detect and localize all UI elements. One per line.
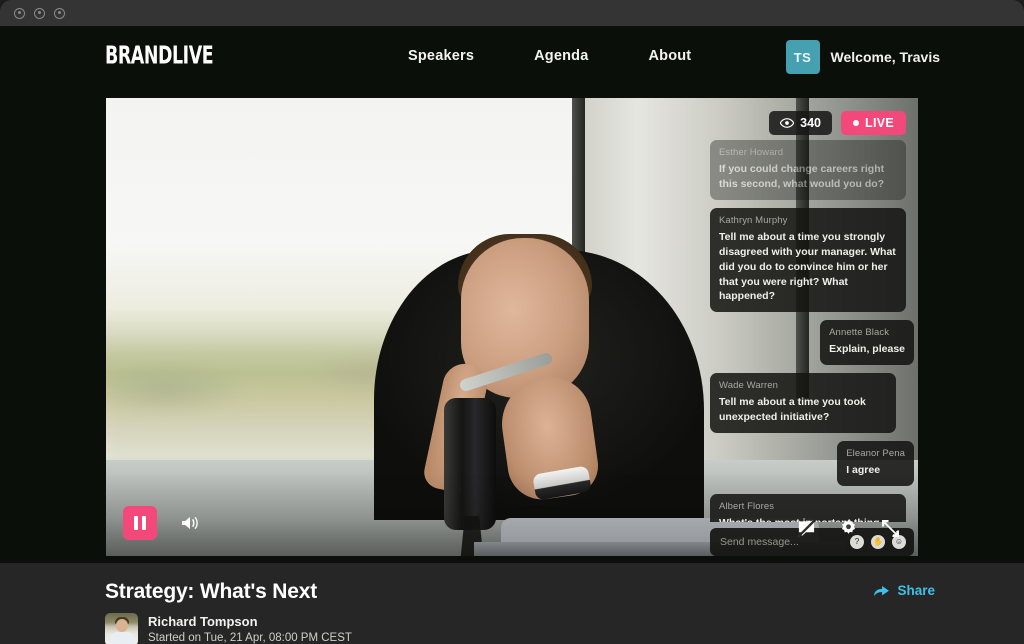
chat-text: I agree xyxy=(846,464,881,477)
maximize-dot[interactable] xyxy=(54,7,65,19)
brandlive-logo[interactable]: BRANDLIVE xyxy=(105,42,214,70)
chat-message: Kathryn Murphy Tell me about a time you … xyxy=(710,207,906,313)
user-area[interactable]: TS Welcome, Travis xyxy=(785,40,940,74)
volume-icon xyxy=(182,516,198,530)
nav-item-agenda[interactable]: Agenda xyxy=(534,48,588,64)
player-controls-left xyxy=(123,506,201,540)
chat-message: Esther Howard If you could change career… xyxy=(710,140,906,200)
page-title: Strategy: What's Next xyxy=(105,580,318,603)
live-dot-icon xyxy=(853,120,860,126)
video-player[interactable]: 340 LIVE Esther Howard If you could chan… xyxy=(106,98,918,556)
chat-author: Albert Flores xyxy=(719,500,775,512)
minimize-dot[interactable] xyxy=(34,7,45,19)
presenter-name: Richard Tompson xyxy=(148,614,258,629)
chat-message: Annette Black Explain, please xyxy=(820,320,914,366)
close-dot[interactable] xyxy=(14,7,25,19)
chat-author: Eleanor Pena xyxy=(846,448,905,460)
chat-message: Albert Flores What's the most important … xyxy=(710,493,906,522)
presenter-avatar xyxy=(105,613,138,644)
presenter-start-time: Started on Tue, 21 Apr, 08:00 PM CEST xyxy=(148,632,352,644)
chat-message: Wade Warren Tell me about a time you too… xyxy=(710,373,896,434)
chat-author: Annette Black xyxy=(829,327,890,339)
chat-author: Wade Warren xyxy=(719,380,778,392)
stream-status: 340 LIVE xyxy=(769,111,906,135)
chat-text: Explain, please xyxy=(829,343,905,356)
window-titlebar xyxy=(0,0,1024,26)
viewer-count: 340 xyxy=(800,116,822,130)
avatar[interactable]: TS xyxy=(785,40,820,74)
chat-text: Tell me about a time you strongly disagr… xyxy=(719,230,896,303)
eye-icon xyxy=(780,118,795,128)
captions-off-icon[interactable] xyxy=(797,519,816,538)
pause-button[interactable] xyxy=(123,506,157,540)
chat-panel: Esther Howard If you could change career… xyxy=(706,134,918,556)
chat-author: Kathryn Murphy xyxy=(719,214,788,226)
welcome-text: Welcome, Travis xyxy=(830,49,940,65)
share-button[interactable]: Share xyxy=(873,583,935,598)
nav-item-speakers[interactable]: Speakers xyxy=(408,48,474,64)
live-badge: LIVE xyxy=(841,111,906,135)
main-nav: Speakers Agenda About xyxy=(408,48,691,64)
fullscreen-icon[interactable] xyxy=(881,519,900,538)
app-window: BRANDLIVE Speakers Agenda About TS Welco… xyxy=(0,0,1024,644)
chat-message-list[interactable]: Esther Howard If you could change career… xyxy=(706,134,918,522)
page-body: BRANDLIVE Speakers Agenda About TS Welco… xyxy=(0,26,1024,563)
session-footer: Strategy: What's Next Richard Tompson St… xyxy=(0,563,1024,644)
chat-text: Tell me about a time you took unexpected… xyxy=(719,396,866,424)
chat-author: Esther Howard xyxy=(719,147,784,158)
viewer-count-pill: 340 xyxy=(769,111,833,135)
player-controls-right xyxy=(797,519,900,538)
live-label: LIVE xyxy=(865,116,894,130)
site-header: BRANDLIVE Speakers Agenda About TS Welco… xyxy=(0,26,1024,88)
share-label: Share xyxy=(897,583,935,598)
share-icon xyxy=(874,585,890,596)
volume-button[interactable] xyxy=(179,512,201,534)
chat-message: Eleanor Pena I agree xyxy=(837,441,914,486)
chat-text: If you could change careers right this s… xyxy=(719,163,885,190)
nav-item-about[interactable]: About xyxy=(648,48,691,64)
gear-icon[interactable] xyxy=(839,519,858,538)
presenter-row: Richard Tompson Started on Tue, 21 Apr, … xyxy=(105,613,352,644)
